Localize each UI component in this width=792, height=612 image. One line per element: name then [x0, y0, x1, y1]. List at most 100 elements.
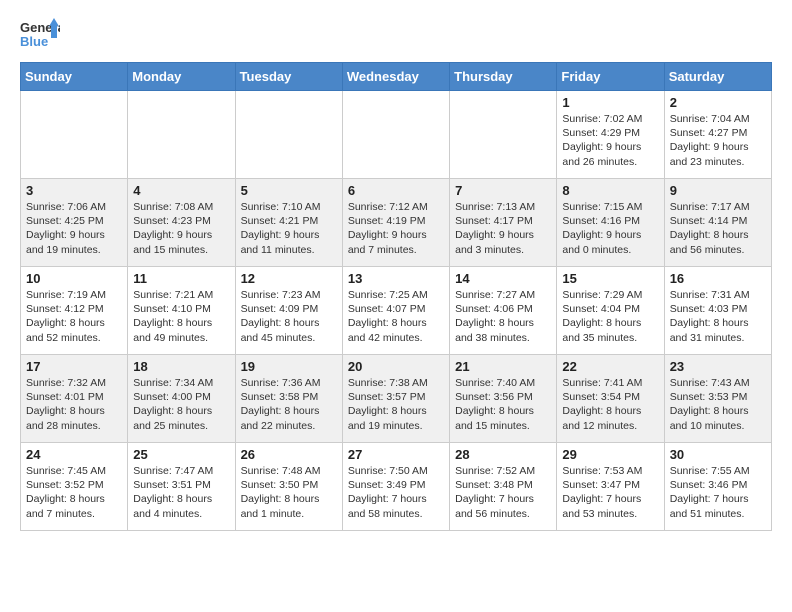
calendar-cell: 27 Sunrise: 7:50 AM Sunset: 3:49 PM Dayli… — [342, 443, 449, 531]
page-header: General Blue — [20, 16, 772, 54]
day-number: 2 — [670, 95, 766, 110]
day-number: 15 — [562, 271, 658, 286]
day-info: Sunrise: 7:04 AM Sunset: 4:27 PM Dayligh… — [670, 113, 750, 168]
calendar-cell: 11Sunrise: 7:21 AM Sunset: 4:10 PM Dayli… — [128, 267, 235, 355]
day-info: Sunrise: 7:50 AM Sunset: 3:49 PM Dayligh… — [348, 465, 428, 520]
day-number: 16 — [670, 271, 766, 286]
day-info: Sunrise: 7:08 AM Sunset: 4:23 PM Dayligh… — [133, 201, 213, 256]
calendar-cell: 14 Sunrise: 7:27 AM Sunset: 4:06 PM Dayli… — [450, 267, 557, 355]
day-number: 9 — [670, 183, 766, 198]
day-info: Sunrise: 7:02 AM Sunset: 4:29 PM Dayligh… — [562, 113, 642, 168]
day-number: 25 — [133, 447, 229, 462]
day-number: 4 — [133, 183, 229, 198]
calendar-cell — [450, 91, 557, 179]
day-number: 10 — [26, 271, 122, 286]
calendar-cell: 25 Sunrise: 7:47 AM Sunset: 3:51 PM Dayli… — [128, 443, 235, 531]
day-info: Sunrise: 7:53 AM Sunset: 3:47 PM Dayligh… — [562, 465, 642, 520]
day-info: Sunrise: 7:23 AM Sunset: 4:09 PM Dayligh… — [241, 289, 321, 344]
day-info: Sunrise: 7:38 AM Sunset: 3:57 PM Dayligh… — [348, 377, 428, 432]
calendar-cell: 30Sunrise: 7:55 AM Sunset: 3:46 PM Dayli… — [664, 443, 771, 531]
day-info: Sunrise: 7:48 AM Sunset: 3:50 PM Dayligh… — [241, 465, 321, 520]
week-row-4: 17Sunrise: 7:32 AM Sunset: 4:01 PM Dayli… — [21, 355, 772, 443]
col-header-friday: Friday — [557, 63, 664, 91]
col-header-thursday: Thursday — [450, 63, 557, 91]
day-number: 24 — [26, 447, 122, 462]
col-header-wednesday: Wednesday — [342, 63, 449, 91]
day-info: Sunrise: 7:34 AM Sunset: 4:00 PM Dayligh… — [133, 377, 213, 432]
calendar-cell: 13 Sunrise: 7:25 AM Sunset: 4:07 PM Dayli… — [342, 267, 449, 355]
calendar-cell: 23 Sunrise: 7:43 AM Sunset: 3:53 PM Dayli… — [664, 355, 771, 443]
day-number: 3 — [26, 183, 122, 198]
day-info: Sunrise: 7:31 AM Sunset: 4:03 PM Dayligh… — [670, 289, 750, 344]
day-info: Sunrise: 7:45 AM Sunset: 3:52 PM Dayligh… — [26, 465, 106, 520]
day-info: Sunrise: 7:13 AM Sunset: 4:17 PM Dayligh… — [455, 201, 535, 256]
calendar-cell — [342, 91, 449, 179]
week-row-3: 10 Sunrise: 7:19 AM Sunset: 4:12 PM Dayli… — [21, 267, 772, 355]
day-number: 26 — [241, 447, 337, 462]
day-info: Sunrise: 7:32 AM Sunset: 4:01 PM Dayligh… — [26, 377, 106, 432]
day-number: 12 — [241, 271, 337, 286]
col-header-monday: Monday — [128, 63, 235, 91]
day-number: 8 — [562, 183, 658, 198]
calendar-cell: 6 Sunrise: 7:12 AM Sunset: 4:19 PM Daylig… — [342, 179, 449, 267]
calendar-cell: 4 Sunrise: 7:08 AM Sunset: 4:23 PM Daylig… — [128, 179, 235, 267]
day-number: 5 — [241, 183, 337, 198]
calendar-cell — [235, 91, 342, 179]
day-number: 29 — [562, 447, 658, 462]
day-info: Sunrise: 7:40 AM Sunset: 3:56 PM Dayligh… — [455, 377, 535, 432]
day-number: 20 — [348, 359, 444, 374]
col-header-saturday: Saturday — [664, 63, 771, 91]
day-info: Sunrise: 7:36 AM Sunset: 3:58 PM Dayligh… — [241, 377, 321, 432]
day-number: 21 — [455, 359, 551, 374]
calendar-cell: 28 Sunrise: 7:52 AM Sunset: 3:48 PM Dayli… — [450, 443, 557, 531]
calendar-cell: 7Sunrise: 7:13 AM Sunset: 4:17 PM Daylig… — [450, 179, 557, 267]
calendar-cell: 19 Sunrise: 7:36 AM Sunset: 3:58 PM Dayli… — [235, 355, 342, 443]
calendar-cell: 3 Sunrise: 7:06 AM Sunset: 4:25 PM Daylig… — [21, 179, 128, 267]
calendar-cell: 15Sunrise: 7:29 AM Sunset: 4:04 PM Dayli… — [557, 267, 664, 355]
header-row: SundayMondayTuesdayWednesdayThursdayFrid… — [21, 63, 772, 91]
calendar-cell: 29 Sunrise: 7:53 AM Sunset: 3:47 PM Dayli… — [557, 443, 664, 531]
calendar-cell: 2 Sunrise: 7:04 AM Sunset: 4:27 PM Daylig… — [664, 91, 771, 179]
day-info: Sunrise: 7:25 AM Sunset: 4:07 PM Dayligh… — [348, 289, 428, 344]
week-row-1: 1 Sunrise: 7:02 AM Sunset: 4:29 PM Daylig… — [21, 91, 772, 179]
day-number: 28 — [455, 447, 551, 462]
calendar-cell — [128, 91, 235, 179]
calendar-cell: 20 Sunrise: 7:38 AM Sunset: 3:57 PM Dayli… — [342, 355, 449, 443]
day-number: 23 — [670, 359, 766, 374]
day-info: Sunrise: 7:06 AM Sunset: 4:25 PM Dayligh… — [26, 201, 106, 256]
day-info: Sunrise: 7:47 AM Sunset: 3:51 PM Dayligh… — [133, 465, 213, 520]
calendar-cell: 10 Sunrise: 7:19 AM Sunset: 4:12 PM Dayli… — [21, 267, 128, 355]
day-info: Sunrise: 7:10 AM Sunset: 4:21 PM Dayligh… — [241, 201, 321, 256]
day-info: Sunrise: 7:12 AM Sunset: 4:19 PM Dayligh… — [348, 201, 428, 256]
day-number: 6 — [348, 183, 444, 198]
svg-text:Blue: Blue — [20, 34, 48, 49]
day-info: Sunrise: 7:27 AM Sunset: 4:06 PM Dayligh… — [455, 289, 535, 344]
calendar-cell: 22Sunrise: 7:41 AM Sunset: 3:54 PM Dayli… — [557, 355, 664, 443]
day-number: 22 — [562, 359, 658, 374]
day-number: 14 — [455, 271, 551, 286]
day-number: 13 — [348, 271, 444, 286]
day-info: Sunrise: 7:52 AM Sunset: 3:48 PM Dayligh… — [455, 465, 535, 520]
day-info: Sunrise: 7:43 AM Sunset: 3:53 PM Dayligh… — [670, 377, 750, 432]
col-header-tuesday: Tuesday — [235, 63, 342, 91]
week-row-5: 24 Sunrise: 7:45 AM Sunset: 3:52 PM Dayli… — [21, 443, 772, 531]
day-number: 19 — [241, 359, 337, 374]
calendar-cell: 17Sunrise: 7:32 AM Sunset: 4:01 PM Dayli… — [21, 355, 128, 443]
day-number: 27 — [348, 447, 444, 462]
day-info: Sunrise: 7:19 AM Sunset: 4:12 PM Dayligh… — [26, 289, 106, 344]
calendar-cell: 1 Sunrise: 7:02 AM Sunset: 4:29 PM Daylig… — [557, 91, 664, 179]
calendar-cell: 12 Sunrise: 7:23 AM Sunset: 4:09 PM Dayli… — [235, 267, 342, 355]
calendar-cell: 21 Sunrise: 7:40 AM Sunset: 3:56 PM Dayli… — [450, 355, 557, 443]
calendar-table: SundayMondayTuesdayWednesdayThursdayFrid… — [20, 62, 772, 531]
logo: General Blue — [20, 16, 60, 54]
calendar-cell — [21, 91, 128, 179]
day-info: Sunrise: 7:17 AM Sunset: 4:14 PM Dayligh… — [670, 201, 750, 256]
day-info: Sunrise: 7:15 AM Sunset: 4:16 PM Dayligh… — [562, 201, 642, 256]
day-info: Sunrise: 7:55 AM Sunset: 3:46 PM Dayligh… — [670, 465, 750, 520]
calendar-cell: 9 Sunrise: 7:17 AM Sunset: 4:14 PM Daylig… — [664, 179, 771, 267]
day-number: 1 — [562, 95, 658, 110]
calendar-cell: 26 Sunrise: 7:48 AM Sunset: 3:50 PM Dayli… — [235, 443, 342, 531]
week-row-2: 3 Sunrise: 7:06 AM Sunset: 4:25 PM Daylig… — [21, 179, 772, 267]
day-info: Sunrise: 7:21 AM Sunset: 4:10 PM Dayligh… — [133, 289, 213, 344]
logo-svg: General Blue — [20, 16, 60, 54]
